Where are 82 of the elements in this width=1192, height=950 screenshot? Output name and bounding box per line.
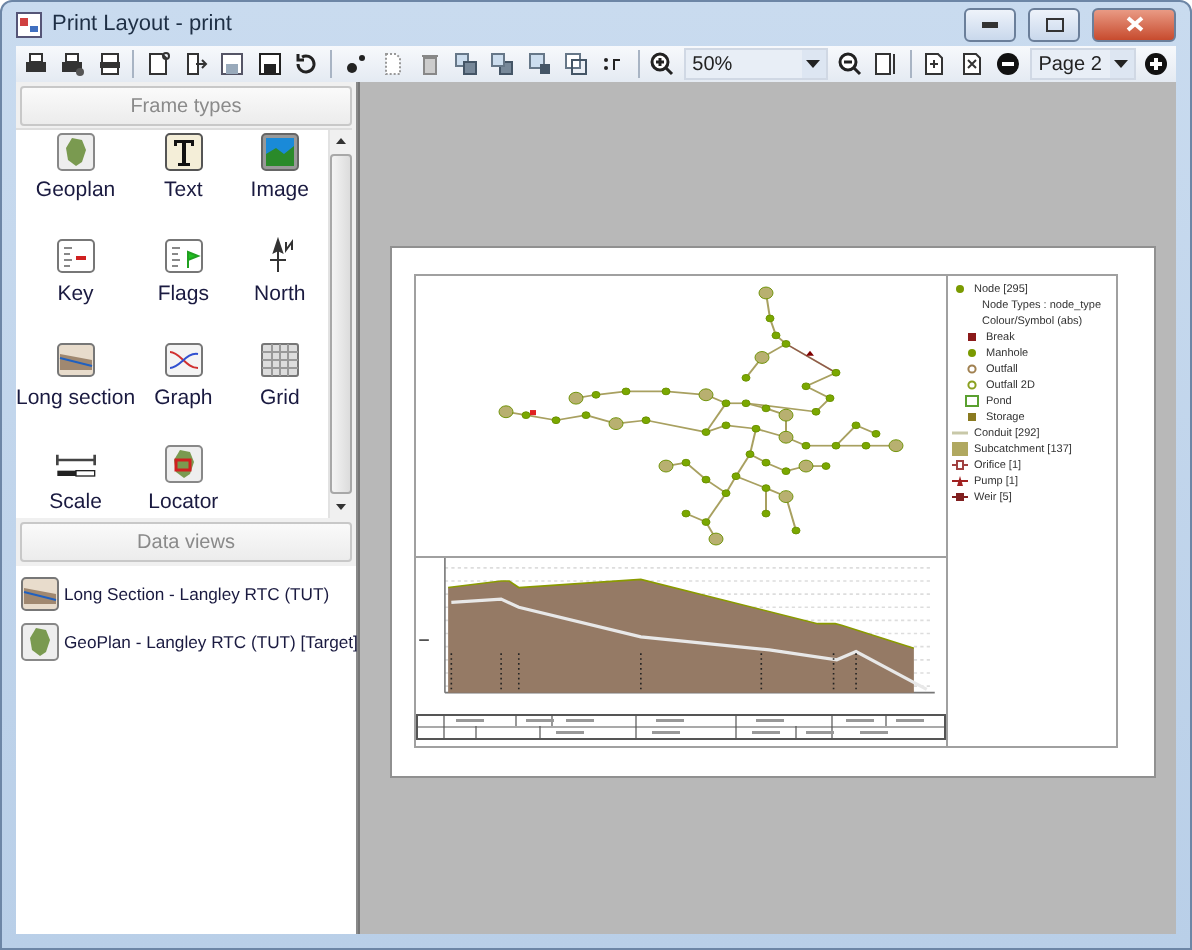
plus-icon xyxy=(1142,50,1171,78)
fill-swatch-icon xyxy=(952,442,968,456)
window-title: Print Layout - print xyxy=(52,12,234,36)
frame-type-item[interactable]: North xyxy=(254,282,306,306)
bring-forward-button[interactable] xyxy=(524,48,556,80)
data-view-item[interactable]: GeoPlan - Langley RTC (TUT) [Target] xyxy=(64,631,358,651)
send-to-back-icon xyxy=(488,50,517,78)
app-icon xyxy=(16,11,42,37)
minimize-button[interactable] xyxy=(964,7,1016,41)
bring-to-front-icon xyxy=(452,50,480,78)
frame-type-item[interactable]: Locator xyxy=(148,490,219,514)
delete-page-icon xyxy=(957,50,986,78)
print-preview-icon xyxy=(95,50,124,78)
save-icon xyxy=(218,50,247,78)
save-as-button[interactable] xyxy=(253,48,285,80)
frame-type-item[interactable]: Text xyxy=(164,178,203,202)
pond-symbol-icon xyxy=(964,394,980,408)
frame-type-item[interactable]: Grid xyxy=(259,386,300,410)
pane-header: Data views xyxy=(20,522,352,562)
zoom-out-button[interactable] xyxy=(833,48,865,80)
scrollbar[interactable] xyxy=(328,130,352,518)
send-backward-icon xyxy=(562,50,591,78)
weir-symbol-icon xyxy=(952,490,968,504)
frame-type-item[interactable]: Long section xyxy=(16,386,136,410)
maximize-button[interactable] xyxy=(1028,7,1080,41)
line-symbol-icon xyxy=(952,426,968,440)
grid-icon xyxy=(259,340,300,380)
save-button[interactable] xyxy=(216,48,248,80)
minus-button[interactable] xyxy=(993,48,1025,80)
text-icon xyxy=(163,132,204,172)
graph-icon xyxy=(163,340,204,380)
pane-header: Frame types xyxy=(20,86,352,126)
close-icon xyxy=(1125,16,1143,32)
frame-type-item[interactable]: Flags xyxy=(157,282,209,306)
maximize-icon xyxy=(1045,17,1063,31)
key-icon xyxy=(55,236,96,276)
orifice-symbol-icon xyxy=(952,458,968,472)
minimize-icon xyxy=(982,21,998,27)
zoom-in-button[interactable] xyxy=(647,48,679,80)
save-as-icon xyxy=(255,50,284,78)
map-tile-icon xyxy=(20,621,60,661)
bring-forward-icon xyxy=(525,50,554,78)
printer-button[interactable] xyxy=(56,48,88,80)
frame-type-item[interactable]: Graph xyxy=(154,386,213,410)
printer-icon xyxy=(21,50,50,78)
add-page-icon xyxy=(920,50,949,78)
nodes-icon xyxy=(341,50,370,78)
map-tile-icon xyxy=(55,132,96,172)
zoom-out-icon xyxy=(835,50,864,78)
scroll-up-icon[interactable] xyxy=(336,138,346,144)
image-icon xyxy=(259,132,300,172)
frame-type-item[interactable]: Geoplan xyxy=(35,178,116,202)
fit-page-icon xyxy=(872,50,901,78)
printer-icon xyxy=(58,50,87,78)
scroll-down-icon[interactable] xyxy=(336,504,346,510)
locator-icon xyxy=(163,444,204,484)
frame-type-item[interactable]: Key xyxy=(57,282,94,306)
dot-symbol-icon xyxy=(964,346,980,360)
send-to-back-button[interactable] xyxy=(487,48,519,80)
pump-symbol-icon xyxy=(952,474,968,488)
flags-icon xyxy=(163,236,204,276)
zoom-in-icon xyxy=(648,50,677,78)
new-page-icon xyxy=(144,50,173,78)
bring-to-front-button[interactable] xyxy=(450,48,482,80)
minus-icon xyxy=(994,50,1023,78)
data-view-item[interactable]: Long Section - Langley RTC (TUT) xyxy=(64,583,330,603)
long-section-icon xyxy=(20,573,60,613)
export-icon xyxy=(181,50,210,78)
frame-type-item[interactable]: Scale xyxy=(49,490,102,514)
square-symbol-icon xyxy=(964,330,980,344)
zoom-dropdown[interactable]: 50% xyxy=(684,48,828,80)
plus-button[interactable] xyxy=(1141,48,1173,80)
close-button[interactable] xyxy=(1092,7,1176,41)
dot-symbol-icon xyxy=(952,282,968,296)
caret-icon xyxy=(806,60,821,68)
send-backward-button[interactable] xyxy=(561,48,593,80)
frame-type-item[interactable]: Image xyxy=(250,178,309,202)
long-section-icon xyxy=(55,340,96,380)
refresh-icon xyxy=(292,50,321,78)
square-symbol-icon xyxy=(964,410,980,424)
caret-icon xyxy=(1114,60,1129,68)
page-dropdown[interactable]: Page 2 xyxy=(1030,48,1136,80)
